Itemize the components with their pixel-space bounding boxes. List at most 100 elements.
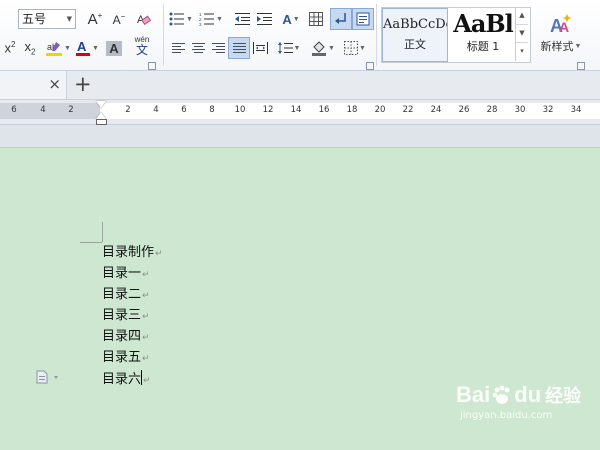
subscript-icon: x2 [24,39,36,57]
hanging-indent-marker[interactable] [96,112,106,119]
font-color-icon: A [76,39,91,56]
ruler-number: 8 [209,105,215,115]
paint-bucket-icon [312,41,327,56]
document-icon [36,370,58,384]
scroll-up-icon[interactable]: ▲ [516,7,528,25]
page-top-gap [0,125,600,148]
decrease-indent-icon [234,13,250,25]
char-shading-icon: A [106,40,122,56]
styles-scroll[interactable]: ▲ ▼ ▾ [515,7,528,61]
align-left-icon [171,41,185,55]
baidu-watermark: Bai du 经验 jingyan.baidu.com [456,382,581,421]
numbering-button[interactable]: 1 2 3 ▼ [198,9,224,29]
char-shading-button[interactable]: A [104,38,124,58]
watermark-url: jingyan.baidu.com [460,410,553,421]
justify-button[interactable] [228,37,250,59]
document-line[interactable]: 目录三↵ [102,307,150,326]
ruler-number: 18 [346,105,358,115]
bullet-list-icon [169,12,185,26]
line-text: 目录制作 [102,245,155,260]
style-normal-sample: AaBbCcDd [383,17,448,32]
document-line[interactable]: 目录制作↵ [102,244,163,263]
distribute-button[interactable] [250,38,270,58]
document-page[interactable]: 目录制作↵ 目录一↵ 目录二↵ 目录三↵ 目录四↵ 目录五↵ 目录六↵ Bai [0,148,600,450]
ruler-number: 32 [542,105,554,115]
add-tab-icon[interactable]: + [74,72,92,96]
document-line[interactable]: 目录四↵ [102,328,150,347]
document-line[interactable]: 目录五↵ [102,349,150,368]
paragraph-dialog-launcher[interactable] [366,62,374,70]
show-hide-button[interactable] [352,8,374,30]
document-line[interactable]: 目录六 ↵ [102,370,151,390]
chevron-down-icon: ▼ [293,44,301,52]
decrease-indent-button[interactable] [232,9,252,29]
svg-text:A: A [77,39,87,54]
ruler-number: 2 [68,105,74,115]
scroll-down-icon[interactable]: ▼ [516,25,528,43]
style-heading-1[interactable]: AaBl 标题 1 [450,8,516,62]
line-spacing-button[interactable]: ▼ [276,38,302,58]
new-style-icon: A A [550,14,572,36]
ruler-number: 4 [153,105,159,115]
chevron-down-icon: ▼ [574,42,582,50]
shrink-font-icon: A− [112,11,126,27]
font-dialog-launcher[interactable] [148,62,156,70]
text-cursor [141,370,143,385]
expand-gallery-icon[interactable]: ▾ [516,43,528,60]
ribbon: 五号 ▼ A+ A− A x2 x2 ab ▼ A ▼ A wén 文 ▼ 1 … [0,0,600,71]
document-line[interactable]: 目录一↵ [102,265,150,284]
paragraph-mark: ↵ [142,312,150,322]
shading-button[interactable]: ▼ [310,38,336,58]
watermark-brand-suffix: du [514,382,542,407]
paragraph-mark: ↵ [142,354,150,364]
line-spacing-icon [277,42,293,54]
align-right-icon [211,41,225,55]
borders-button[interactable]: ▼ [342,38,368,58]
first-line-indent-marker[interactable] [96,101,106,108]
align-left-button[interactable] [168,38,188,58]
document-tab[interactable]: × [0,71,67,99]
new-style-button[interactable]: A A 新样式 ▼ [533,8,589,58]
font-group: 五号 ▼ A+ A− A x2 x2 ab ▼ A ▼ A wén 文 [0,0,162,70]
superscript-button[interactable]: x2 [0,38,20,58]
ruler-number: 16 [318,105,330,115]
grow-font-button[interactable]: A+ [84,9,106,29]
show-marks-button[interactable] [330,8,352,30]
highlight-color-swatch [46,53,63,56]
svg-text:3: 3 [199,22,202,26]
style-normal[interactable]: AaBbCcDd 正文 [382,8,448,62]
shrink-font-button[interactable]: A− [108,9,130,29]
highlighter-icon: ab [46,42,63,56]
font-size-select[interactable]: 五号 ▼ [18,9,76,29]
text-direction-button[interactable]: A ▼ [278,9,304,29]
numbered-list-icon: 1 2 3 [199,12,215,26]
phonetic-guide-button[interactable]: wén 文 [126,35,158,57]
document-tab-bar: × + [0,71,600,100]
font-color-button[interactable]: A ▼ [74,38,100,58]
paragraph-layout-button[interactable] [36,370,62,387]
chevron-down-icon: ▼ [216,15,223,23]
paragraph-mark-icon [335,13,346,24]
line-text: 目录四 [102,329,142,344]
paragraph-mark: ↵ [142,291,150,301]
subscript-button[interactable]: x2 [20,38,40,58]
chevron-down-icon: ▼ [328,44,335,52]
document-view-icon [356,12,370,26]
styles-gallery: AaBbCcDd 正文 AaBl 标题 1 [381,7,531,63]
ruler-number: 2 [125,105,131,115]
align-center-button[interactable] [188,38,208,58]
watermark-brand: Bai [456,382,491,407]
line-text: 目录一 [102,266,142,281]
clear-format-button[interactable]: A [133,9,155,29]
align-right-button[interactable] [208,38,228,58]
table-button[interactable] [306,9,326,29]
increase-indent-button[interactable] [254,9,274,29]
close-icon[interactable]: × [48,75,61,93]
bullets-button[interactable]: ▼ [168,9,194,29]
eraser-icon: A [137,14,152,26]
horizontal-ruler[interactable]: 6 4 2 2 4 6 8 10 12 14 16 18 20 22 24 26… [0,100,600,125]
chevron-down-icon: ▼ [359,44,366,52]
styles-dialog-launcher[interactable] [577,62,585,70]
document-line[interactable]: 目录二↵ [102,286,150,305]
highlight-button[interactable]: ab ▼ [44,38,72,58]
